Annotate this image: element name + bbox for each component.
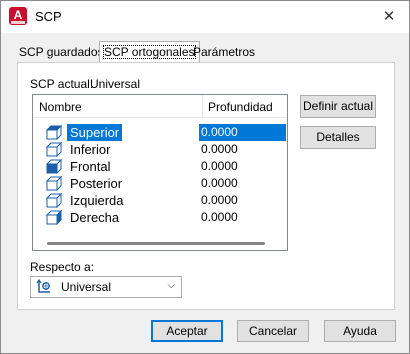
ucs-left-icon	[46, 193, 62, 208]
ucs-front-icon	[46, 159, 62, 174]
column-header-depth[interactable]: Profundidad	[208, 100, 273, 114]
ucs-right-icon	[46, 210, 62, 225]
details-button[interactable]: Detalles	[300, 126, 376, 149]
row-depth: 0.0000	[199, 124, 286, 141]
horizontal-scrollbar[interactable]	[33, 237, 287, 250]
button-label: Ayuda	[343, 324, 377, 338]
tab-label: SCP guardados	[19, 45, 104, 59]
tab-label: Parámetros	[193, 45, 256, 59]
tab-saved-ucs[interactable]: SCP guardados	[15, 43, 108, 62]
current-ucs-label: SCP actual:	[30, 77, 94, 91]
title-bar: A SCP ✕	[1, 1, 409, 33]
current-ucs-value: Universal	[90, 77, 141, 91]
list-row[interactable]: Inferior 0.0000	[33, 141, 287, 158]
dialog-window: A SCP ✕ SCP guardados SCP ortogonales Pa…	[0, 0, 410, 354]
cancel-button[interactable]: Cancelar	[237, 320, 309, 342]
list-row[interactable]: Derecha 0.0000	[33, 209, 287, 226]
help-button[interactable]: Ayuda	[324, 320, 396, 342]
ucs-top-icon	[46, 125, 62, 140]
autocad-app-icon: A	[9, 7, 27, 25]
column-header-name[interactable]: Nombre	[39, 100, 82, 114]
button-label: Aceptar	[166, 324, 208, 338]
world-ucs-icon	[36, 279, 50, 293]
row-name: Superior	[67, 124, 123, 141]
row-depth: 0.0000	[201, 176, 238, 190]
list-row[interactable]: Frontal 0.0000	[33, 158, 287, 175]
window-title: SCP	[35, 9, 62, 24]
relative-to-label: Respecto a:	[30, 260, 95, 274]
close-button[interactable]: ✕	[375, 5, 403, 29]
row-name: Frontal	[70, 159, 111, 174]
row-depth: 0.0000	[201, 159, 238, 173]
row-depth: 0.0000	[201, 210, 238, 224]
row-name: Posterior	[70, 176, 123, 191]
list-row[interactable]: Izquierda 0.0000	[33, 192, 287, 209]
orthographic-ucs-list[interactable]: Nombre Profundidad Superior 0.0000 Inferio…	[32, 94, 288, 251]
ucs-back-icon	[46, 176, 62, 191]
tab-settings[interactable]: Parámetros	[189, 43, 259, 62]
tab-label: SCP ortogonales	[103, 45, 196, 59]
relative-to-select[interactable]: Universal ⌵	[30, 276, 182, 298]
button-label: Definir actual	[302, 99, 374, 113]
button-label: Detalles	[316, 130, 360, 144]
column-divider	[202, 95, 203, 117]
list-row[interactable]: Posterior 0.0000	[33, 175, 287, 192]
list-row[interactable]: Superior 0.0000	[33, 124, 287, 141]
button-label: Cancelar	[248, 324, 298, 338]
relative-to-value: Universal	[61, 280, 112, 294]
scrollbar-thumb[interactable]	[47, 242, 265, 245]
ucs-bottom-icon	[46, 142, 62, 157]
row-name: Derecha	[70, 210, 120, 225]
tab-orthographic-ucs[interactable]: SCP ortogonales	[99, 41, 200, 63]
row-name: Izquierda	[70, 193, 124, 208]
row-depth: 0.0000	[201, 193, 238, 207]
tab-panel: SCP actual: Universal Nombre Profundidad…	[17, 62, 395, 310]
chevron-down-icon: ⌵	[167, 280, 175, 291]
ok-button[interactable]: Aceptar	[151, 320, 223, 342]
list-header: Nombre Profundidad	[33, 95, 287, 118]
define-current-button[interactable]: Definir actual	[300, 95, 376, 118]
row-depth: 0.0000	[201, 142, 238, 156]
row-name: Inferior	[70, 142, 111, 157]
